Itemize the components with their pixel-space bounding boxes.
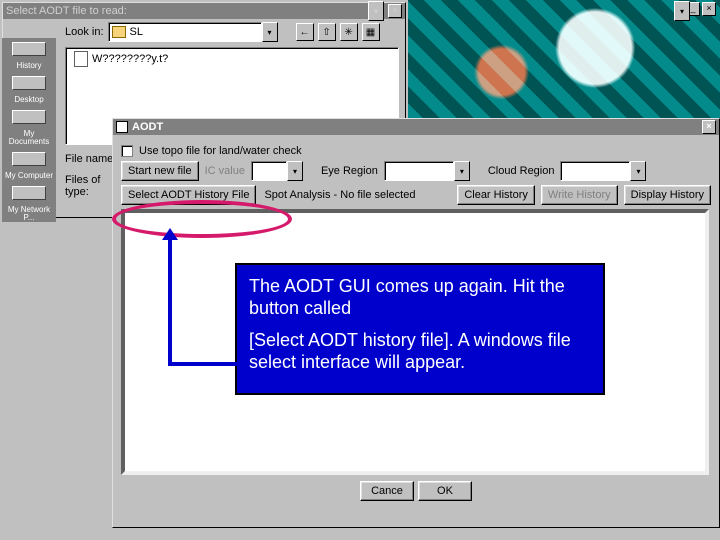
document-icon xyxy=(74,51,88,67)
new-folder-icon[interactable]: ✳ xyxy=(340,23,358,41)
folder-icon xyxy=(112,26,126,38)
status-text: Spot Analysis - No file selected xyxy=(264,189,415,201)
cancel-button[interactable]: Cance xyxy=(360,481,414,501)
close-icon[interactable]: × xyxy=(388,4,402,18)
lookin-combo[interactable]: SL ▾ xyxy=(108,22,278,42)
sidebar-label: My Network P... xyxy=(3,206,55,222)
ic-label: IC value xyxy=(205,165,245,177)
instruction-callout: The AODT GUI comes up again. Hit the but… xyxy=(235,263,605,395)
network-icon[interactable] xyxy=(12,186,46,200)
topo-label: Use topo file for land/water check xyxy=(139,145,302,157)
main-panel: The AODT GUI comes up again. Hit the but… xyxy=(121,209,709,475)
file-open-titlebar: Select AODT file to read: ▾ × xyxy=(3,3,405,19)
list-item-label: W????????y.t? xyxy=(92,53,168,65)
ic-combo[interactable]: ▾ xyxy=(251,161,303,181)
sidebar-label: History xyxy=(3,62,55,70)
topo-checkbox[interactable] xyxy=(121,145,133,157)
history-icon[interactable] xyxy=(12,42,46,56)
start-new-file-button[interactable]: Start new file xyxy=(121,161,199,181)
sidebar-label: My Computer xyxy=(3,172,55,180)
write-history-button[interactable]: Write History xyxy=(541,185,618,205)
aodt-dialog: AODT × Use topo file for land/water chec… xyxy=(112,118,720,528)
chevron-down-icon[interactable]: ▾ xyxy=(368,1,384,21)
instruction-line-1: The AODT GUI comes up again. Hit the but… xyxy=(249,275,591,319)
desktop-icon[interactable] xyxy=(12,76,46,90)
places-bar: History Desktop My Documents My Computer… xyxy=(2,38,56,222)
lookin-value: SL xyxy=(130,26,143,38)
chevron-down-icon[interactable]: ▾ xyxy=(630,161,646,181)
chevron-down-icon[interactable]: ▾ xyxy=(674,1,690,21)
arrow-line xyxy=(168,232,172,362)
cloud-label: Cloud Region xyxy=(488,165,555,177)
instruction-line-2: [Select AODT history file]. A windows fi… xyxy=(249,329,591,373)
list-item[interactable]: W????????y.t? xyxy=(74,51,168,67)
sidebar-label: Desktop xyxy=(3,96,55,104)
display-history-button[interactable]: Display History xyxy=(624,185,711,205)
eye-label: Eye Region xyxy=(321,165,378,177)
sidebar-label: My Documents xyxy=(3,130,55,146)
views-icon[interactable]: ▦ xyxy=(362,23,380,41)
aodt-title: AODT xyxy=(132,121,163,133)
app-icon xyxy=(116,121,128,133)
file-open-title: Select AODT file to read: xyxy=(6,5,127,17)
aodt-titlebar: AODT × xyxy=(113,119,719,135)
eye-combo[interactable]: ▾ xyxy=(384,161,470,181)
chevron-down-icon[interactable]: ▾ xyxy=(262,22,278,42)
chevron-down-icon[interactable]: ▾ xyxy=(287,161,303,181)
clear-history-button[interactable]: Clear History xyxy=(457,185,535,205)
arrow-line xyxy=(168,362,242,366)
mycomputer-icon[interactable] xyxy=(12,152,46,166)
lookin-label: Look in: xyxy=(65,26,104,38)
up-icon[interactable]: ⇧ xyxy=(318,23,336,41)
close-icon[interactable]: × xyxy=(702,120,716,134)
cloud-combo[interactable]: ▾ xyxy=(560,161,646,181)
ok-button[interactable]: OK xyxy=(418,481,472,501)
mydocs-icon[interactable] xyxy=(12,110,46,124)
close-top-icon[interactable]: × xyxy=(702,2,716,16)
arrow-head-icon xyxy=(162,228,178,240)
select-history-file-button[interactable]: Select AODT History File xyxy=(121,185,256,205)
chevron-down-icon[interactable]: ▾ xyxy=(454,161,470,181)
back-icon[interactable]: ← xyxy=(296,23,314,41)
